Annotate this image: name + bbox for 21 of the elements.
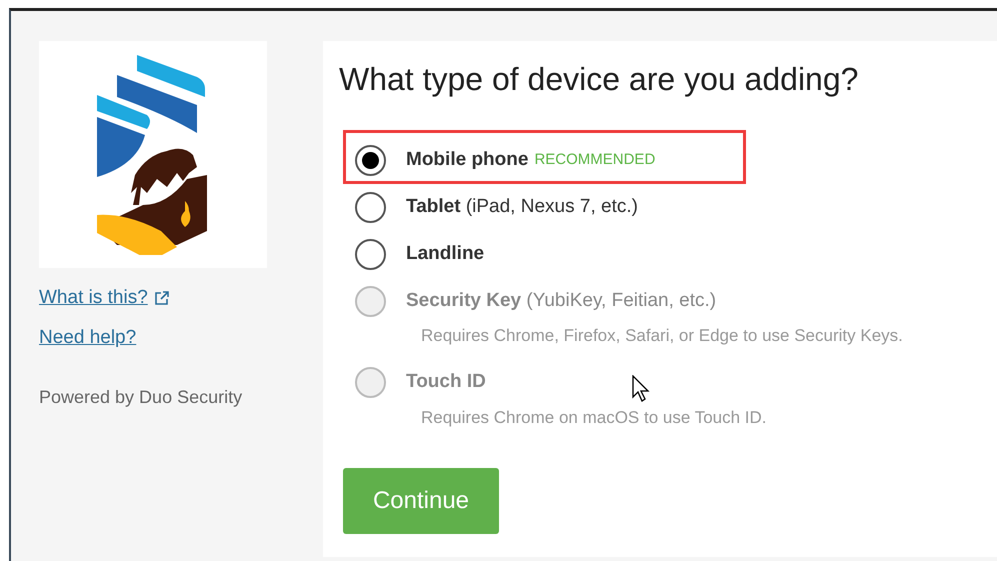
option-label: Touch ID [406,370,486,394]
option-label: Mobile phone [406,148,528,172]
form-title: What type of device are you adding? [339,60,860,99]
device-option[interactable]: Mobile phone RECOMMENDED [339,146,656,174]
device-option[interactable]: Landline [339,240,484,268]
option-label: Landline [406,242,484,266]
device-option[interactable]: Tablet (iPad, Nexus 7, etc.) [339,193,638,221]
external-link-icon [154,290,170,306]
powered-by-text: Powered by Duo Security [39,386,244,409]
help-link[interactable]: What is this? [39,284,170,312]
radio-button[interactable] [355,238,386,270]
mouse-cursor-icon [632,375,650,403]
help-link[interactable]: Need help? [39,324,136,352]
radio-button[interactable] [355,192,386,222]
option-label: Tablet (iPad, Nexus 7, etc.) [406,194,638,219]
option-note: Requires Chrome on macOS to use Touch ID. [421,406,767,428]
option-label: Security Key (YubiKey, Feitian, etc.) [406,288,716,313]
radio-button[interactable] [355,144,386,176]
option-note: Requires Chrome, Firefox, Safari, or Edge to use Security Keys. [421,325,903,347]
recommended-label: RECOMMENDED [534,150,656,170]
continue-button[interactable]: Continue [343,468,499,534]
